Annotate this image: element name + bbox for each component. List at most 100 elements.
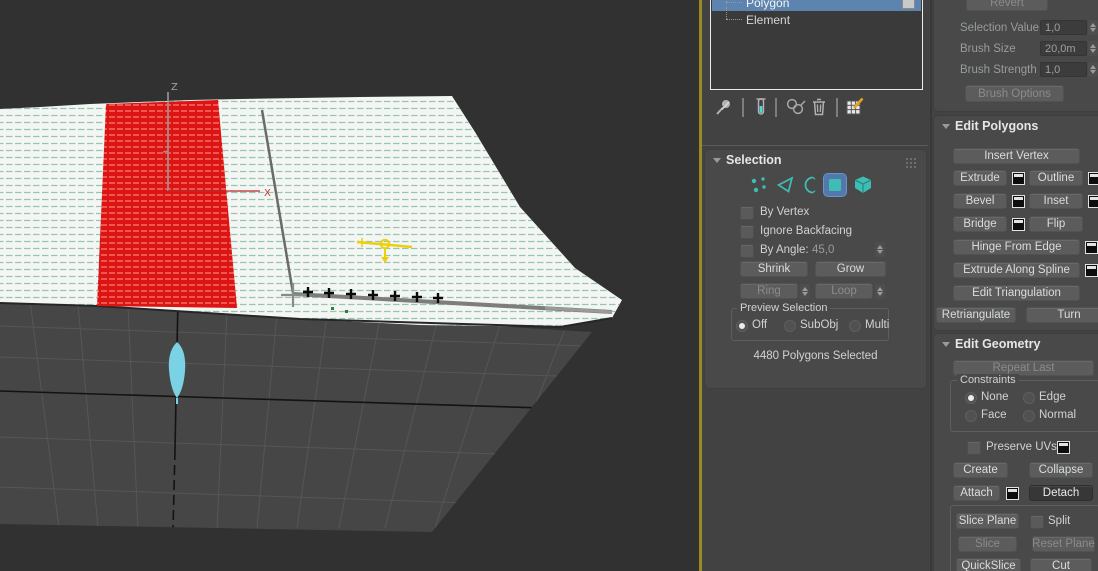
constraint-edge-label[interactable]: Edge xyxy=(1039,391,1066,403)
hinge-from-edge-button[interactable]: Hinge From Edge xyxy=(953,239,1080,255)
ring-button[interactable]: Ring xyxy=(740,283,798,299)
brush-size-spinner[interactable] xyxy=(1088,41,1098,56)
grow-button[interactable]: Grow xyxy=(815,261,886,277)
outline-button[interactable]: Outline xyxy=(1029,170,1083,186)
axis-x-label: X xyxy=(264,188,271,199)
constraint-none-radio[interactable] xyxy=(965,392,977,404)
shrink-button[interactable]: Shrink xyxy=(740,261,808,277)
selection-value-field[interactable]: 1,0 xyxy=(1040,20,1087,35)
slice-plane-button[interactable]: Slice Plane xyxy=(956,513,1019,529)
command-panel-column-1: Border Polygon Element xyxy=(702,0,930,571)
bridge-button[interactable]: Bridge xyxy=(953,216,1007,232)
inset-button[interactable]: Inset xyxy=(1029,193,1083,209)
flip-button[interactable]: Flip xyxy=(1029,216,1083,232)
extrude-along-spline-button[interactable]: Extrude Along Spline xyxy=(953,262,1080,278)
command-panel-column-2: Revert Selection Value 1,0 Brush Size 20… xyxy=(930,0,1098,571)
preview-subobj-radio[interactable] xyxy=(784,320,796,332)
bevel-button[interactable]: Bevel xyxy=(953,193,1007,209)
toolbar-separator xyxy=(742,98,744,117)
modifier-stack-list[interactable]: Border Polygon Element xyxy=(710,0,923,90)
split-checkbox[interactable] xyxy=(1030,515,1044,529)
remove-modifier-icon[interactable] xyxy=(808,96,830,118)
quickslice-button[interactable]: QuickSlice xyxy=(956,558,1021,571)
by-angle-spinner[interactable] xyxy=(875,242,885,257)
attach-settings-icon[interactable] xyxy=(1006,487,1019,500)
brush-size-field[interactable]: 20,0m xyxy=(1040,41,1087,56)
loop-button[interactable]: Loop xyxy=(815,283,873,299)
edit-triangulation-button[interactable]: Edit Triangulation xyxy=(953,285,1080,301)
bridge-settings-icon[interactable] xyxy=(1012,218,1025,231)
brush-strength-spinner[interactable] xyxy=(1088,62,1098,77)
subobject-polygon-icon[interactable] xyxy=(824,174,846,196)
retriangulate-button[interactable]: Retriangulate xyxy=(936,307,1016,323)
preview-multi-radio[interactable] xyxy=(849,320,861,332)
selection-rollout: Selection By Vertex Ignore Backfacing By… xyxy=(705,150,926,388)
preserve-uvs-checkbox[interactable] xyxy=(967,441,981,455)
extrude-button[interactable]: Extrude xyxy=(953,170,1007,186)
bevel-settings-icon[interactable] xyxy=(1012,195,1025,208)
by-angle-value[interactable]: 45,0 xyxy=(812,244,834,256)
slice-button[interactable]: Slice xyxy=(958,536,1017,552)
extrude-settings-icon[interactable] xyxy=(1012,172,1025,185)
subobject-vertex-icon[interactable] xyxy=(748,174,770,196)
ring-spinner[interactable] xyxy=(800,284,810,299)
stack-item-label: Polygon xyxy=(746,0,790,10)
tree-branch-icon xyxy=(724,7,746,28)
preserve-uvs-settings-icon[interactable] xyxy=(1057,441,1070,454)
selected-polygons-red[interactable] xyxy=(97,100,237,308)
by-vertex-checkbox[interactable] xyxy=(740,206,754,220)
panel-divider xyxy=(702,145,928,146)
cut-button[interactable]: Cut xyxy=(1030,558,1092,571)
constraint-face-label[interactable]: Face xyxy=(981,409,1007,421)
edit-polygons-header[interactable]: Edit Polygons xyxy=(934,116,1098,136)
brush-options-button[interactable]: Brush Options xyxy=(965,85,1064,102)
preview-off-label[interactable]: Off xyxy=(752,319,767,331)
subobject-border-icon[interactable] xyxy=(801,174,823,196)
preview-off-radio[interactable] xyxy=(736,320,748,332)
toolbar-separator xyxy=(775,98,777,117)
hinge-settings-icon[interactable] xyxy=(1085,241,1098,254)
detach-button[interactable]: Detach xyxy=(1029,485,1093,501)
preview-selection-group: Preview Selection Off SubObj Multi xyxy=(731,302,889,341)
ignore-backfacing-checkbox[interactable] xyxy=(740,225,754,239)
revert-button[interactable]: Revert xyxy=(966,0,1048,11)
make-unique-icon[interactable] xyxy=(784,96,810,118)
turn-button[interactable]: Turn xyxy=(1026,307,1098,323)
create-button[interactable]: Create xyxy=(953,462,1008,478)
stack-item-polygon[interactable]: Polygon xyxy=(712,0,921,11)
constraint-face-radio[interactable] xyxy=(965,410,977,422)
constraint-none-label[interactable]: None xyxy=(981,391,1009,403)
slice-group: Slice Plane Split Slice Reset Plane Quic… xyxy=(950,505,1098,571)
reset-plane-button[interactable]: Reset Plane xyxy=(1032,536,1095,552)
rollout-collapse-icon[interactable] xyxy=(713,158,721,163)
constraint-normal-label[interactable]: Normal xyxy=(1039,409,1076,421)
outline-settings-icon[interactable] xyxy=(1088,172,1098,185)
viewport-3d[interactable]: Z X xyxy=(0,0,702,571)
extrude-along-spline-settings-icon[interactable] xyxy=(1085,264,1098,277)
brush-strength-field[interactable]: 1,0 xyxy=(1040,62,1087,77)
modifier-toggle-checkbox[interactable] xyxy=(902,0,915,9)
3d-app-window: Z X Border xyxy=(0,0,1098,571)
rollout-collapse-icon[interactable] xyxy=(942,124,950,129)
rollout-collapse-icon[interactable] xyxy=(942,342,950,347)
selection-value-spinner[interactable] xyxy=(1088,20,1098,35)
collapse-button[interactable]: Collapse xyxy=(1029,462,1093,478)
inset-settings-icon[interactable] xyxy=(1088,195,1098,208)
selection-rollout-header[interactable]: Selection xyxy=(705,150,926,170)
preview-subobj-label[interactable]: SubObj xyxy=(800,319,838,331)
by-angle-checkbox[interactable] xyxy=(740,244,754,258)
pin-stack-icon[interactable] xyxy=(713,96,735,118)
insert-vertex-button[interactable]: Insert Vertex xyxy=(953,148,1080,164)
stack-item-element[interactable]: Element xyxy=(712,7,921,28)
by-angle-label: By Angle: xyxy=(760,244,809,256)
attach-button[interactable]: Attach xyxy=(953,485,1000,501)
constraint-normal-radio[interactable] xyxy=(1023,410,1035,422)
edit-geometry-header[interactable]: Edit Geometry xyxy=(934,334,1098,354)
subobject-element-icon[interactable] xyxy=(852,174,874,196)
show-end-result-icon[interactable] xyxy=(750,96,772,118)
constraint-edge-radio[interactable] xyxy=(1023,392,1035,404)
preview-multi-label[interactable]: Multi xyxy=(865,319,889,331)
subobject-edge-icon[interactable] xyxy=(775,174,797,196)
loop-spinner[interactable] xyxy=(875,284,885,299)
configure-modifier-sets-icon[interactable] xyxy=(844,96,866,118)
